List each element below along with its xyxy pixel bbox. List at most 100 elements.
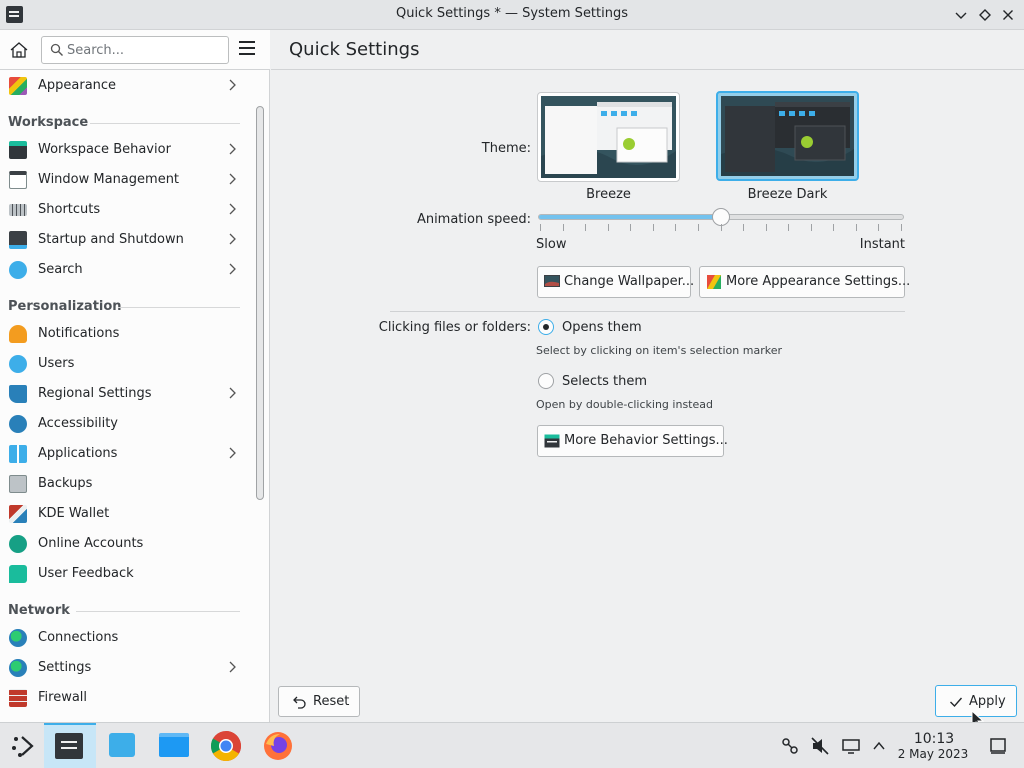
sidebar-item-label: Shortcuts (38, 202, 101, 217)
category-divider (76, 611, 240, 612)
sidebar-item-applications[interactable]: Applications (0, 439, 250, 469)
display-tray-icon[interactable] (841, 736, 861, 756)
slider-tick (607, 224, 609, 231)
selects-them-label[interactable]: Selects them (562, 374, 647, 389)
slider-tick (810, 224, 812, 231)
category-divider (90, 123, 240, 124)
sidebar-item-kde-wallet[interactable]: KDE Wallet (0, 499, 250, 529)
window-title: Quick Settings * — System Settings (395, 6, 629, 21)
more-appearance-settings-button[interactable]: More Appearance Settings... (699, 266, 910, 298)
sidebar-item-label: Firewall (38, 690, 88, 705)
hamburger-icon (239, 41, 255, 43)
opens-them-hint: Select by clicking on item's selection m… (536, 344, 782, 357)
sidebar-item-startup-shutdown[interactable]: Startup and Shutdown (0, 225, 250, 255)
slider-tick (855, 224, 857, 231)
sidebar-item-label: Backups (38, 476, 93, 491)
firewall-icon (9, 689, 27, 707)
clicking-files-label: Clicking files or folders: (378, 320, 531, 335)
hamburger-menu-button[interactable] (239, 41, 259, 59)
slider-ticks (540, 224, 902, 232)
selects-them-hint: Open by double-clicking instead (536, 398, 713, 411)
slider-fill (539, 215, 721, 219)
home-button[interactable] (8, 39, 32, 63)
globe-icon (9, 659, 27, 677)
sidebar-item-label: Online Accounts (38, 536, 144, 551)
sidebar-item-regional-settings[interactable]: Regional Settings (0, 379, 250, 409)
online-accounts-icon (9, 535, 27, 553)
clock-date[interactable]: 2 May 2023 (895, 747, 971, 761)
sidebar-item-notifications[interactable]: Notifications (0, 319, 250, 349)
workspace-behavior-icon (9, 141, 27, 159)
bell-icon (9, 325, 27, 343)
keyboard-icon (9, 204, 27, 216)
minimize-button[interactable] (951, 5, 971, 25)
sidebar-item-users[interactable]: Users (0, 349, 250, 379)
change-wallpaper-button[interactable]: Change Wallpaper... (537, 266, 694, 298)
sidebar-item-online-accounts[interactable]: Online Accounts (0, 529, 250, 559)
maximize-button[interactable] (975, 5, 995, 25)
more-behavior-settings-button[interactable]: More Behavior Settings... (537, 425, 728, 457)
accessibility-icon (9, 415, 27, 433)
backups-icon (9, 475, 27, 493)
sidebar-scrollbar[interactable] (256, 106, 264, 500)
taskbar-dolphin[interactable] (148, 723, 200, 768)
wallpaper-icon (544, 275, 560, 287)
sidebar-item-window-management[interactable]: Window Management (0, 165, 250, 195)
search-input[interactable] (67, 40, 222, 60)
sidebar-item-label: Regional Settings (38, 386, 152, 401)
globe-icon (9, 629, 27, 647)
chevron-up-icon[interactable] (871, 738, 887, 754)
sidebar-item-accessibility[interactable]: Accessibility (0, 409, 250, 439)
selects-them-radio[interactable] (538, 373, 554, 389)
sidebar-item-workspace-behavior[interactable]: Workspace Behavior (0, 135, 250, 165)
sidebar-item-user-feedback[interactable]: User Feedback (0, 559, 250, 589)
clock-time[interactable]: 10:13 (900, 731, 968, 747)
taskbar-firefox[interactable] (252, 723, 304, 768)
sidebar-item-network-settings[interactable]: Settings (0, 653, 250, 683)
close-button[interactable] (998, 5, 1018, 25)
reset-button[interactable]: Reset (278, 686, 360, 717)
opens-them-radio[interactable] (538, 319, 554, 335)
sidebar-item-firewall[interactable]: Firewall (0, 683, 250, 713)
sidebar-list: Appearance Workspace Workspace Behavior … (0, 71, 254, 721)
sidebar-item-appearance[interactable]: Appearance (0, 71, 250, 101)
slider-tick (765, 224, 767, 231)
system-settings-icon (55, 733, 83, 759)
chevron-right-icon (229, 387, 236, 399)
theme-label: Theme: (481, 141, 531, 156)
slider-tick (652, 224, 654, 231)
folder-icon (159, 733, 189, 757)
sidebar-item-label: Users (38, 356, 75, 371)
opens-them-label[interactable]: Opens them (562, 320, 642, 335)
search-icon (50, 43, 63, 56)
taskbar-system-settings[interactable] (44, 723, 96, 768)
sidebar-item-backups[interactable]: Backups (0, 469, 250, 499)
section-divider (390, 311, 905, 312)
sidebar-item-label: Startup and Shutdown (38, 232, 184, 247)
breeze-theme-preview (541, 96, 676, 178)
network-tray-icon[interactable] (780, 736, 800, 756)
slider-tick (743, 224, 745, 231)
theme-card-breeze[interactable] (537, 92, 680, 182)
sidebar-item-search[interactable]: Search (0, 255, 250, 285)
category-personalization: Personalization (8, 299, 122, 314)
chevron-right-icon (229, 233, 236, 245)
page-header: Quick Settings (271, 30, 1024, 70)
taskbar-chrome[interactable] (200, 723, 252, 768)
theme-card-breeze-dark[interactable] (716, 91, 859, 181)
sidebar-item-label: Workspace Behavior (38, 142, 171, 157)
home-icon (10, 42, 28, 58)
animation-speed-slider[interactable] (538, 208, 904, 226)
search-field[interactable] (41, 36, 229, 64)
volume-muted-icon[interactable] (810, 736, 830, 756)
discover-store-icon (109, 733, 135, 757)
sidebar-item-shortcuts[interactable]: Shortcuts (0, 195, 250, 225)
sidebar-item-label: Applications (38, 446, 118, 461)
sidebar-item-connections[interactable]: Connections (0, 623, 250, 653)
show-desktop-icon[interactable] (988, 736, 1008, 756)
workspace-behavior-icon (544, 434, 560, 448)
slider-tick (675, 224, 677, 231)
taskbar-discover[interactable] (96, 723, 148, 768)
chevron-right-icon (229, 661, 236, 673)
sidebar-header (0, 30, 270, 70)
